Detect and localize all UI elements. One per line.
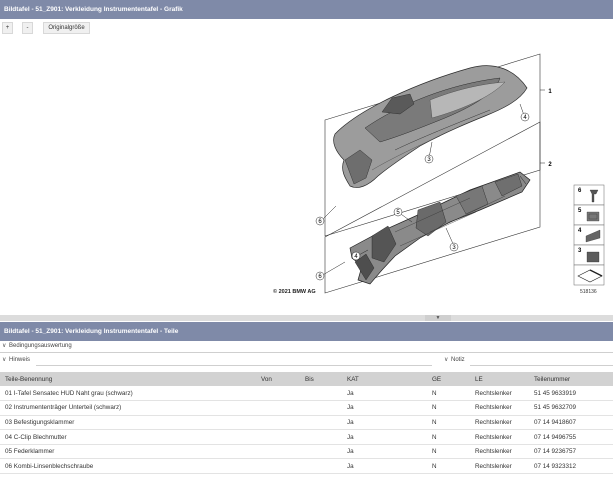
cell-to (300, 386, 342, 402)
column-header-cat[interactable]: KAT (342, 372, 427, 386)
cell-part-number: 51 45 9633919 (529, 386, 613, 402)
cell-part-number: 07 14 9418607 (529, 415, 613, 431)
spring-clip-icon (586, 211, 600, 222)
cell-ge: N (427, 415, 470, 431)
table-row[interactable]: 02 Instrumententräger Unterteil (schwarz… (0, 400, 613, 416)
cell-cat: Ja (342, 444, 427, 460)
column-header-part-number[interactable]: Teilenummer (529, 372, 613, 386)
callout-2: 2 (548, 162, 552, 168)
cell-cat: Ja (342, 415, 427, 431)
callout-1: 1 (548, 89, 552, 95)
cell-to (300, 429, 342, 445)
cell-to (300, 444, 342, 460)
cell-cat: Ja (342, 429, 427, 445)
table-row[interactable]: 04 C-Clip Blechmutter Ja N Rechtslenker … (0, 429, 613, 445)
column-header-to[interactable]: Bis (300, 372, 342, 386)
divider (470, 365, 613, 366)
image-number: 518136 (580, 289, 597, 295)
cell-from (256, 415, 300, 431)
column-header-le[interactable]: LE (470, 372, 529, 386)
cell-le: Rechtslenker (470, 429, 529, 445)
cell-part-name: 05 Federklammer (0, 444, 256, 460)
graphic-panel-title: Bildtafel - 51_Z901: Verkleidung Instrum… (0, 0, 613, 19)
condition-evaluation-label: Bedingungsauswertung (9, 343, 72, 349)
cell-from (256, 429, 300, 445)
cell-ge: N (427, 386, 470, 402)
hint-toggle[interactable]: ∨ Hinweis (2, 356, 30, 366)
cell-le: Rechtslenker (470, 444, 529, 460)
cell-ge: N (427, 400, 470, 416)
column-header-from[interactable]: Von (256, 372, 300, 386)
cell-part-name: 01 I-Tafel Sensatec HUD Naht grau (schwa… (0, 386, 256, 402)
cell-part-number: 51 45 9632709 (529, 400, 613, 416)
cell-to (300, 415, 342, 431)
cell-ge: N (427, 458, 470, 475)
table-row[interactable]: 06 Kombi-Linsenblechschraube Ja N Rechts… (0, 458, 613, 475)
zoom-out-button[interactable]: - (22, 22, 33, 34)
small-parts-legend: 6 5 4 3 518136 (573, 184, 605, 295)
cell-ge: N (427, 444, 470, 460)
instrument-panel-illustration[interactable] (333, 65, 528, 188)
copyright-text: © 2021 BMW AG (273, 288, 316, 295)
cell-part-name: 02 Instrumententräger Unterteil (schwarz… (0, 400, 256, 416)
divider (0, 352, 613, 353)
chevron-down-icon: ∨ (2, 343, 7, 349)
table-header-row: Teile-Benennung Von Bis KAT GE LE Teilen… (0, 372, 613, 386)
table-row[interactable]: 05 Federklammer Ja N Rechtslenker 07 14 … (0, 444, 613, 460)
cell-from (256, 458, 300, 475)
cell-from (256, 400, 300, 416)
original-size-button[interactable]: Originalgröße (43, 22, 90, 34)
cell-cat: Ja (342, 400, 427, 416)
table-row[interactable]: 01 I-Tafel Sensatec HUD Naht grau (schwa… (0, 386, 613, 402)
cell-part-number: 07 14 9496755 (529, 429, 613, 445)
cell-part-name: 04 C-Clip Blechmutter (0, 429, 256, 445)
chevron-down-icon: ∨ (444, 357, 449, 363)
cell-from (256, 386, 300, 402)
cell-le: Rechtslenker (470, 386, 529, 402)
instrument-carrier-illustration[interactable] (349, 171, 531, 285)
table-row[interactable]: 03 Befestigungsklammer Ja N Rechtslenker… (0, 415, 613, 431)
cell-le: Rechtslenker (470, 400, 529, 416)
cell-part-number: 07 14 9323312 (529, 458, 613, 475)
cell-cat: Ja (342, 458, 427, 475)
divider (36, 365, 432, 366)
parts-table: Teile-Benennung Von Bis KAT GE LE Teilen… (0, 372, 613, 475)
note-label: Notiz (451, 357, 465, 363)
panel-splitter[interactable]: ▼ (0, 315, 613, 321)
fastening-clip-icon (586, 251, 600, 263)
cell-le: Rechtslenker (470, 458, 529, 475)
condition-evaluation-toggle[interactable]: ∨ Bedingungsauswertung (2, 342, 72, 352)
cell-le: Rechtslenker (470, 415, 529, 431)
cell-from (256, 444, 300, 460)
parts-panel-title: Bildtafel - 51_Z901: Verkleidung Instrum… (0, 322, 613, 341)
note-toggle[interactable]: ∨ Notiz (444, 356, 465, 366)
cell-part-number: 07 14 9236757 (529, 444, 613, 460)
parts-diagram[interactable]: 1 2 3 3 4 4 5 6 6 © 2021 BMW AG 6 5 4 3 (0, 36, 613, 314)
zoom-in-button[interactable]: + (2, 22, 13, 34)
cell-to (300, 458, 342, 475)
column-header-part-name[interactable]: Teile-Benennung (0, 372, 256, 386)
chevron-down-icon: ∨ (2, 357, 7, 363)
column-header-ge[interactable]: GE (427, 372, 470, 386)
cell-part-name: 03 Befestigungsklammer (0, 415, 256, 431)
cell-part-name: 06 Kombi-Linsenblechschraube (0, 458, 256, 475)
cell-to (300, 400, 342, 416)
chevron-down-icon[interactable]: ▼ (425, 315, 451, 321)
hint-label: Hinweis (9, 357, 31, 363)
cell-cat: Ja (342, 386, 427, 402)
cell-ge: N (427, 429, 470, 445)
